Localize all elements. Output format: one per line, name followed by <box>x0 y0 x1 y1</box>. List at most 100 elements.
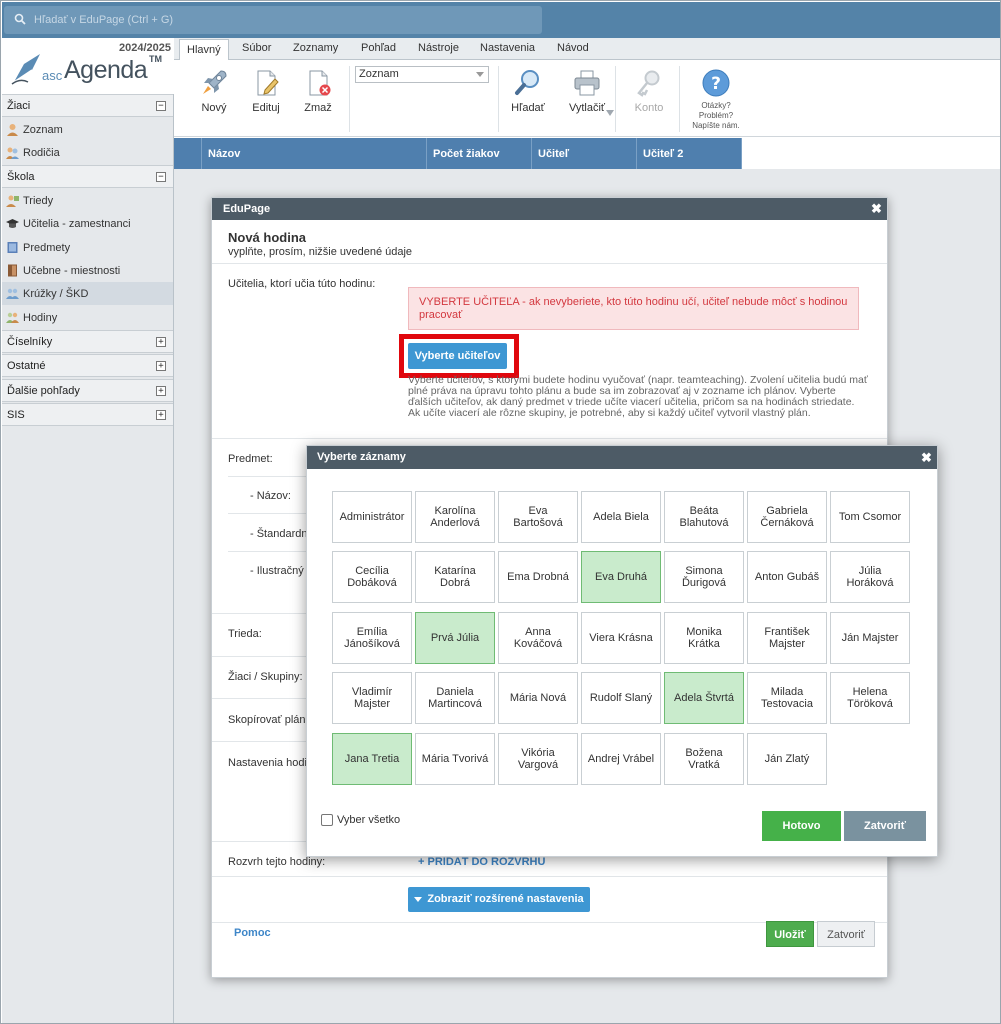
teacher-option[interactable]: Ema Drobná <box>498 551 578 603</box>
teacher-option[interactable]: Administrátor <box>332 491 412 543</box>
dialog-title: Nová hodina <box>228 230 307 245</box>
teacher-option[interactable]: Viera Krásna <box>581 612 661 664</box>
sidebar-item-rodicia[interactable]: Rodičia <box>2 141 173 164</box>
class-label: Trieda: <box>228 628 262 640</box>
door-icon <box>8 264 17 277</box>
sidebar-item-ucebne[interactable]: Učebne - miestnosti <box>2 259 173 282</box>
teacher-option[interactable]: Tom Csomor <box>830 491 910 543</box>
teacher-option[interactable]: Beáta Blahutová <box>664 491 744 543</box>
teacher-option[interactable]: Ján Zlatý <box>747 733 827 785</box>
divider <box>212 613 307 614</box>
expand-icon[interactable]: + <box>156 410 166 420</box>
teacher-option[interactable]: Vladimír Majster <box>332 672 412 724</box>
school-year[interactable]: 2024/2025 <box>119 42 171 54</box>
graduation-cap-icon <box>6 219 19 228</box>
printer-icon <box>574 70 600 96</box>
teacher-option[interactable]: Karolína Anderlová <box>415 491 495 543</box>
teacher-option[interactable]: Milada Testovacia <box>747 672 827 724</box>
ribbon-divider <box>679 66 680 132</box>
expand-icon[interactable]: + <box>156 386 166 396</box>
sidebar-section-ostatne[interactable]: Ostatné + <box>2 354 173 377</box>
ribbon: Nový Edituj Zmaž Zoznam Hľadať Vytlačiť … <box>174 60 1000 137</box>
close-button[interactable]: Zatvoriť <box>844 811 926 841</box>
save-button[interactable]: Uložiť <box>766 921 814 947</box>
tab-pohlad[interactable]: Pohľad <box>361 42 396 54</box>
column-header-ucitel-2[interactable]: Učiteľ 2 <box>637 138 742 169</box>
schedule-label: Rozvrh tejto hodiny: <box>228 856 326 868</box>
close-icon[interactable]: ✖ <box>921 451 932 464</box>
find-button[interactable]: Hľadať <box>503 68 553 114</box>
new-button[interactable]: Nový <box>189 68 239 114</box>
column-header-select[interactable] <box>174 138 202 169</box>
collapse-icon[interactable]: − <box>156 172 166 182</box>
teacher-option[interactable]: Rudolf Slaný <box>581 672 661 724</box>
divider <box>212 741 307 742</box>
teacher-option[interactable]: Adela Štvrtá <box>664 672 744 724</box>
teacher-option[interactable]: Daniela Martincová <box>415 672 495 724</box>
add-to-schedule-link[interactable]: + PRIDAŤ DO ROZVRHU <box>418 856 545 868</box>
teacher-option[interactable]: Prvá Júlia <box>415 612 495 664</box>
teacher-option[interactable]: Vikória Vargová <box>498 733 578 785</box>
tab-navod[interactable]: Návod <box>557 42 589 54</box>
sidebar-item-hodiny[interactable]: Hodiny <box>2 306 173 329</box>
tab-zoznamy[interactable]: Zoznamy <box>293 42 338 54</box>
expand-icon[interactable]: + <box>156 337 166 347</box>
sidebar-item-triedy[interactable]: Triedy <box>2 189 173 212</box>
close-button[interactable]: Zatvoriť <box>817 921 875 947</box>
account-button[interactable]: Konto <box>624 68 674 114</box>
sidebar-item-predmety[interactable]: Predmety <box>2 236 173 259</box>
column-header-pocet-ziakov[interactable]: Počet žiakov <box>427 138 532 169</box>
teacher-option[interactable]: Božena Vratká <box>664 733 744 785</box>
brand-prefix: asc <box>42 68 63 83</box>
teacher-option[interactable]: Anna Kováčová <box>498 612 578 664</box>
teacher-option[interactable]: Monika Krátka <box>664 612 744 664</box>
teacher-option[interactable]: Jana Tretia <box>332 733 412 785</box>
view-select[interactable]: Zoznam <box>355 66 489 83</box>
column-header-nazov[interactable]: Názov <box>202 138 427 169</box>
select-all-label[interactable]: Vyber všetko <box>337 814 400 826</box>
tab-hlavny[interactable]: Hlavný <box>179 39 229 61</box>
sidebar-section-sis[interactable]: SIS + <box>2 403 173 426</box>
teacher-option[interactable]: Adela Biela <box>581 491 661 543</box>
sidebar-section-ziaci[interactable]: Žiaci − <box>2 94 173 117</box>
tab-subor[interactable]: Súbor <box>242 42 271 54</box>
teacher-option[interactable]: Andrej Vrábel <box>581 733 661 785</box>
close-icon[interactable]: ✖ <box>871 202 882 215</box>
teacher-option[interactable]: Eva Bartošová <box>498 491 578 543</box>
tab-nastavenia[interactable]: Nastavenia <box>480 42 535 54</box>
delete-button[interactable]: Zmaž <box>293 68 343 114</box>
search-input[interactable]: Hľadať v EduPage (Ctrl + G) <box>4 6 542 34</box>
teacher-option[interactable]: Simona Ďurigová <box>664 551 744 603</box>
teacher-option[interactable]: Gabriela Černáková <box>747 491 827 543</box>
print-button[interactable]: Vytlačiť <box>557 68 617 116</box>
advanced-settings-button[interactable]: Zobraziť rozšírené nastavenia <box>408 887 590 912</box>
teacher-option[interactable]: Katarína Dobrá <box>415 551 495 603</box>
sidebar-section-ciselniky[interactable]: Číselníky + <box>2 330 173 353</box>
sidebar-item-zoznam[interactable]: Zoznam <box>2 118 173 141</box>
teacher-option[interactable]: Emília Jánošíková <box>332 612 412 664</box>
teacher-option[interactable]: Helena Töröková <box>830 672 910 724</box>
chevron-down-icon[interactable] <box>606 110 614 116</box>
sidebar-section-skola[interactable]: Škola − <box>2 165 173 188</box>
teacher-option[interactable]: Cecília Dobáková <box>332 551 412 603</box>
help-link[interactable]: Pomoc <box>234 927 271 939</box>
collapse-icon[interactable]: − <box>156 101 166 111</box>
tab-nastroje[interactable]: Nástroje <box>418 42 459 54</box>
teacher-option[interactable]: Júlia Horáková <box>830 551 910 603</box>
teacher-option[interactable]: František Majster <box>747 612 827 664</box>
help-contact-button[interactable]: ? Otázky? Problém? Napíšte nám. <box>687 68 745 131</box>
column-header-ucitel[interactable]: Učiteľ <box>532 138 637 169</box>
sidebar-item-kruzky[interactable]: Krúžky / ŠKD <box>2 282 173 305</box>
teacher-option[interactable]: Mária Tvorivá <box>415 733 495 785</box>
teacher-option[interactable]: Ján Majster <box>830 612 910 664</box>
teacher-option[interactable]: Anton Gubáš <box>747 551 827 603</box>
done-button[interactable]: Hotovo <box>762 811 841 841</box>
teacher-option[interactable]: Mária Nová <box>498 672 578 724</box>
select-teachers-button[interactable]: Vyberte učiteľov <box>408 343 507 369</box>
expand-icon[interactable]: + <box>156 361 166 371</box>
select-all-checkbox[interactable] <box>321 814 333 826</box>
sidebar-item-ucitelia[interactable]: Učitelia - zamestnanci <box>2 212 173 235</box>
edit-button[interactable]: Edituj <box>241 68 291 114</box>
teacher-option[interactable]: Eva Druhá <box>581 551 661 603</box>
sidebar-section-dalsie-pohlady[interactable]: Ďalšie pohľady + <box>2 379 173 402</box>
